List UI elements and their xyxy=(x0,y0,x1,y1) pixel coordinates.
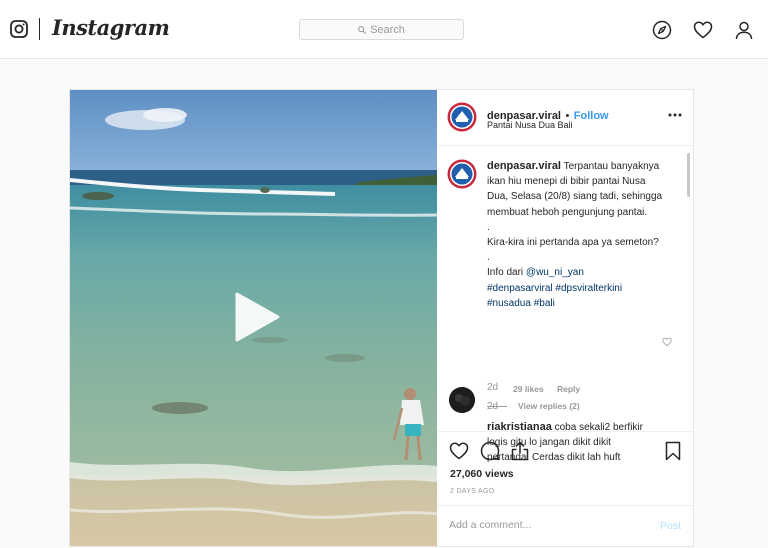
logo-divider xyxy=(39,18,40,40)
post-caption: denpasar.viral Terpantau banyaknya ikan … xyxy=(487,159,673,311)
like-heart-icon[interactable] xyxy=(449,441,469,461)
caption-text: . xyxy=(487,221,490,233)
instagram-camera-icon[interactable] xyxy=(10,20,28,38)
reply-button[interactable]: Reply xyxy=(557,384,580,394)
views-count[interactable]: 27,060 views xyxy=(450,468,514,480)
hashtag-link[interactable]: #bali xyxy=(534,298,555,309)
caption-text: Kira-kira ini pertanda apa ya semeton? xyxy=(487,237,659,249)
view-replies-button[interactable]: View replies (2) xyxy=(518,401,580,411)
hashtag-link[interactable]: #dpsviralterkini xyxy=(555,283,622,294)
top-navigation: Instagram Search xyxy=(0,0,768,59)
mention-link[interactable]: @wu_ni_yan xyxy=(526,267,584,278)
caption-username[interactable]: denpasar.viral xyxy=(487,160,561,172)
caption-text: ikan hiu menepi di bibir pantai Nusa xyxy=(487,176,646,188)
play-icon[interactable] xyxy=(231,290,283,344)
search-placeholder: Search xyxy=(370,23,405,36)
search-icon xyxy=(358,25,366,34)
avatar-logo-icon xyxy=(447,159,477,189)
post-location[interactable]: Pantai Nusa Dua Bali xyxy=(487,120,573,130)
follow-button[interactable]: Follow xyxy=(574,110,609,122)
post-card: denpasar.viral • Follow Pantai Nusa Dua … xyxy=(69,89,694,547)
share-icon[interactable] xyxy=(510,441,530,461)
person-icon[interactable] xyxy=(734,20,754,40)
caption-text: Dua, Selasa (20/8) siang tadi, sehingga xyxy=(487,191,663,203)
post-details: denpasar.viral • Follow Pantai Nusa Dua … xyxy=(437,90,693,546)
comment-like-heart-icon[interactable] xyxy=(662,337,672,347)
commenter-avatar-image xyxy=(449,387,475,413)
caption-avatar[interactable] xyxy=(447,159,477,189)
hashtag-link[interactable]: #denpasarviral xyxy=(487,283,553,294)
post-timestamp[interactable]: 2 DAYS AGO xyxy=(450,488,495,495)
post-header: denpasar.viral • Follow Pantai Nusa Dua … xyxy=(437,90,693,146)
comment-time[interactable]: 2d xyxy=(487,382,498,393)
add-comment-bar: Post xyxy=(437,505,693,545)
comment-icon[interactable] xyxy=(480,441,500,461)
more-options-icon[interactable] xyxy=(668,112,682,118)
comment-likes[interactable]: 29 likes xyxy=(513,384,544,394)
add-comment-input[interactable] xyxy=(449,519,639,531)
heart-icon[interactable] xyxy=(693,20,713,40)
post-video[interactable] xyxy=(70,90,437,546)
comments-scrollbar[interactable] xyxy=(687,153,690,197)
caption-text: Info dari xyxy=(487,267,524,279)
caption-text: . xyxy=(487,252,490,264)
commenter-avatar[interactable] xyxy=(449,387,475,413)
search-box[interactable]: Search xyxy=(299,19,464,40)
replies-divider xyxy=(487,406,507,407)
post-actions: 27,060 views 2 DAYS AGO Post xyxy=(437,431,693,546)
instagram-wordmark[interactable]: Instagram xyxy=(52,15,170,40)
compass-icon[interactable] xyxy=(652,20,672,40)
bookmark-icon[interactable] xyxy=(663,441,683,461)
post-comment-button[interactable]: Post xyxy=(660,520,681,532)
avatar-logo-icon xyxy=(447,102,477,132)
hashtag-link[interactable]: #nusadua xyxy=(487,298,531,309)
avatar[interactable] xyxy=(447,102,477,132)
caption-text: Terpantau banyaknya xyxy=(563,161,660,172)
caption-text: membuat heboh pengunjung pantai. xyxy=(487,206,648,218)
